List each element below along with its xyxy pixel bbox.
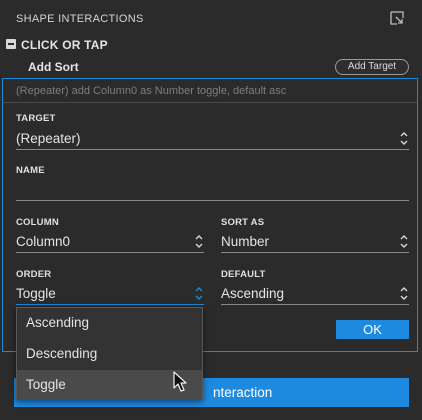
- column-select[interactable]: Column0: [16, 231, 204, 253]
- event-section-header[interactable]: CLICK OR TAP: [4, 36, 416, 54]
- sort-as-label: SORT AS: [221, 217, 265, 228]
- name-label: NAME: [16, 165, 45, 176]
- updown-chevron-icon: [195, 287, 203, 300]
- order-label: ORDER: [16, 269, 52, 280]
- sort-as-value: Number: [221, 234, 270, 249]
- collapse-minus-icon[interactable]: [6, 39, 16, 49]
- column-value: Column0: [16, 234, 71, 249]
- updown-chevron-icon: [400, 235, 408, 248]
- dropdown-option-descending[interactable]: Descending: [17, 339, 202, 369]
- event-label: CLICK OR TAP: [21, 38, 108, 52]
- panel-title: SHAPE INTERACTIONS: [16, 13, 144, 25]
- popout-icon[interactable]: [389, 10, 405, 26]
- dropdown-option-ascending[interactable]: Ascending: [17, 308, 202, 338]
- target-select[interactable]: (Repeater): [16, 128, 409, 150]
- add-target-button[interactable]: Add Target: [335, 59, 409, 75]
- new-interaction-label: nteraction: [213, 385, 273, 400]
- default-select[interactable]: Ascending: [221, 283, 409, 305]
- order-value: Toggle: [16, 286, 56, 301]
- updown-chevron-icon: [400, 287, 408, 300]
- panel-header: SHAPE INTERACTIONS: [0, 0, 422, 36]
- order-select[interactable]: Toggle: [16, 283, 204, 305]
- sort-as-select[interactable]: Number: [221, 231, 409, 253]
- action-summary: (Repeater) add Column0 as Number toggle,…: [3, 79, 417, 103]
- ok-button[interactable]: OK: [336, 320, 409, 339]
- default-label: DEFAULT: [221, 269, 266, 280]
- name-input[interactable]: [16, 179, 409, 201]
- target-value: (Repeater): [16, 131, 81, 146]
- mouse-pointer-icon: [173, 371, 187, 392]
- action-label: Add Sort: [28, 60, 79, 74]
- updown-chevron-icon: [400, 132, 408, 145]
- updown-chevron-icon: [195, 235, 203, 248]
- target-label: TARGET: [16, 113, 56, 124]
- action-summary-text: (Repeater) add Column0 as Number toggle,…: [16, 85, 287, 97]
- column-label: COLUMN: [16, 217, 59, 228]
- default-value: Ascending: [221, 286, 285, 301]
